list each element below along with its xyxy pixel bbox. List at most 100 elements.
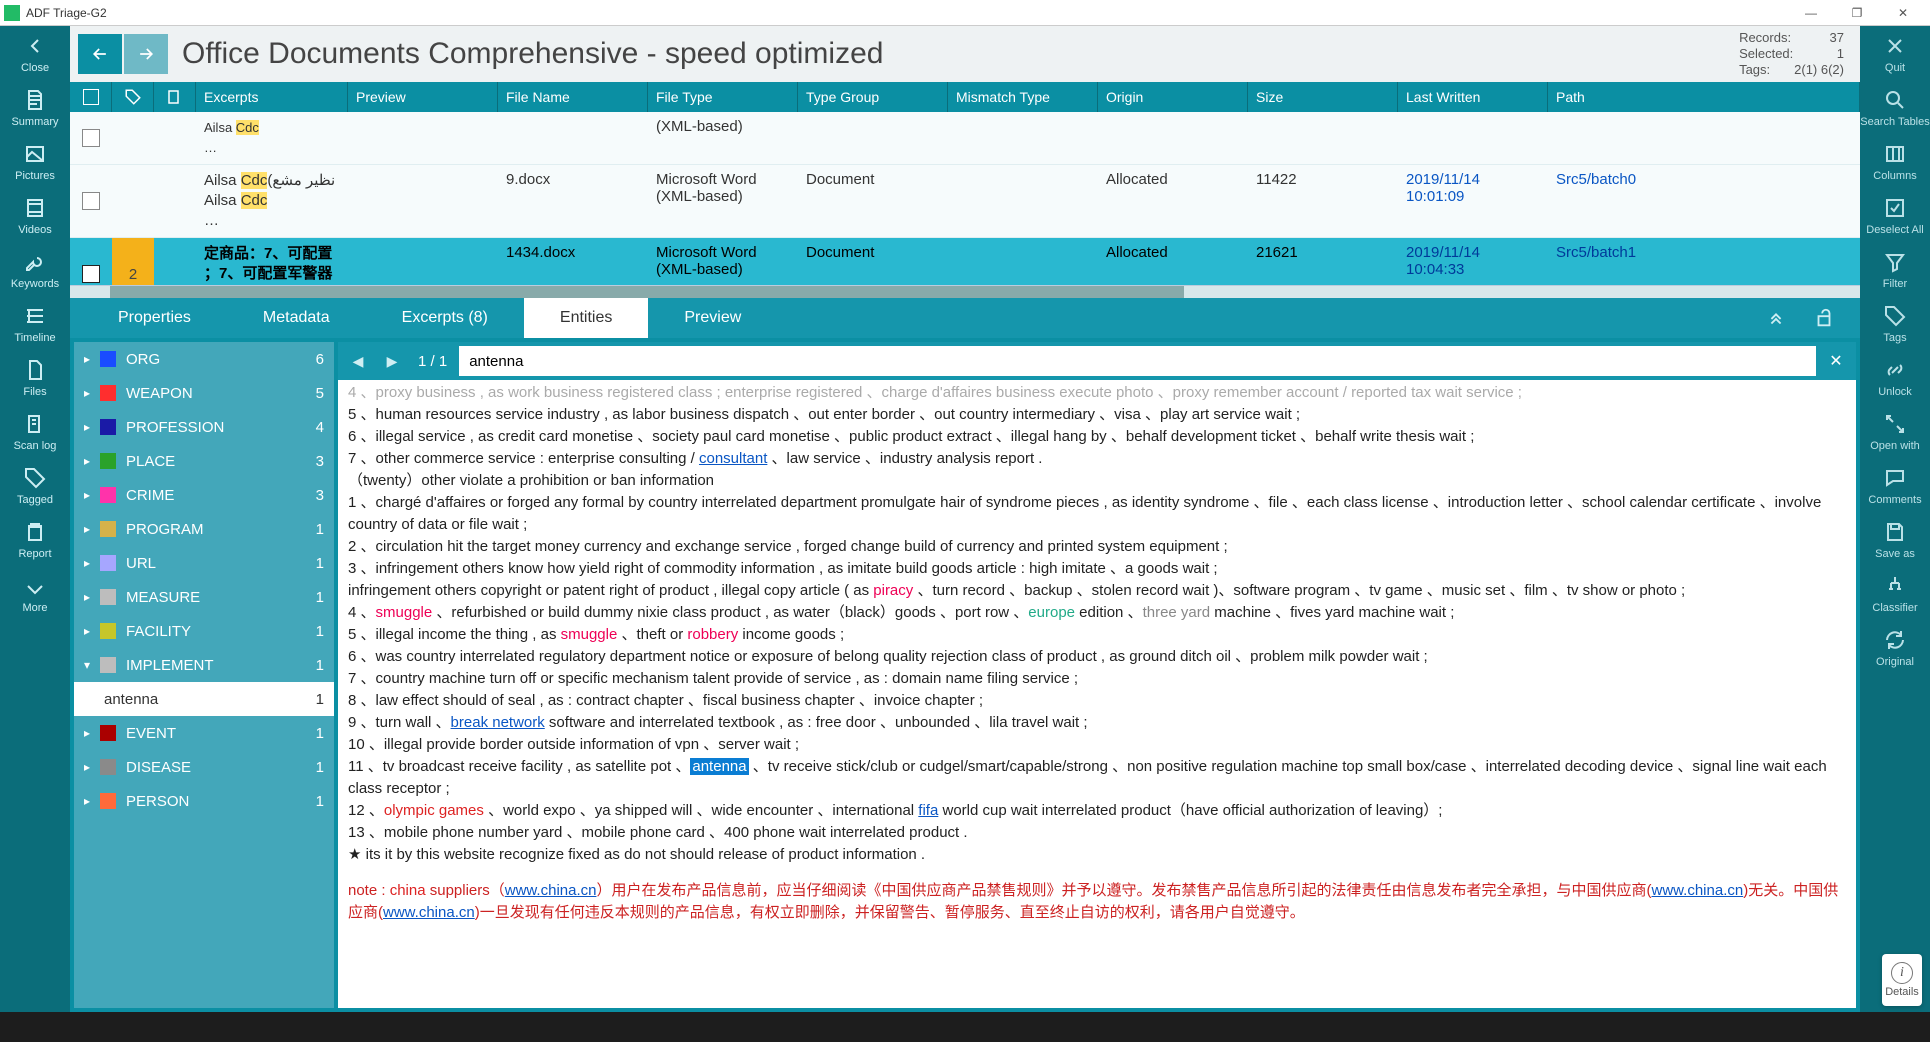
entity-count: 6	[316, 351, 324, 368]
row-flag[interactable]	[154, 165, 196, 237]
entity-program[interactable]: PROGRAM 1	[74, 512, 334, 546]
nav-forward-button[interactable]	[124, 34, 168, 74]
rail-summary[interactable]: Summary	[0, 80, 70, 134]
column-lastwritten[interactable]: Last Written	[1398, 82, 1548, 112]
doc-line: 2 、circulation hit the target money curr…	[348, 536, 1846, 558]
entity-implement[interactable]: IMPLEMENT 1	[74, 648, 334, 682]
rail-files[interactable]: Files	[0, 350, 70, 404]
chevron-icon	[84, 420, 100, 434]
file-icon	[21, 356, 49, 384]
find-input[interactable]	[459, 346, 1816, 376]
column-checkbox[interactable]	[70, 82, 112, 112]
tab-entities[interactable]: Entities	[524, 298, 648, 338]
find-next-button[interactable]: ▶	[378, 347, 406, 375]
app-title: ADF Triage-G2	[26, 6, 107, 20]
rail-videos[interactable]: Videos	[0, 188, 70, 242]
column-tag-icon[interactable]	[112, 82, 154, 112]
rail-keywords[interactable]: Keywords	[0, 242, 70, 296]
rail-label: Original	[1876, 656, 1914, 668]
entity-event[interactable]: EVENT 1	[74, 716, 334, 750]
row-checkbox[interactable]	[70, 165, 112, 237]
entity-item-antenna[interactable]: antenna 1	[74, 682, 334, 716]
column-mismatch[interactable]: Mismatch Type	[948, 82, 1098, 112]
rail-search-tables[interactable]: Search Tables	[1860, 80, 1930, 134]
row-checkbox[interactable]	[70, 112, 112, 164]
doc-line: 6 、was country interrelated regulatory d…	[348, 646, 1846, 668]
window-maximize-button[interactable]: ❐	[1834, 0, 1880, 26]
entity-org[interactable]: ORG 6	[74, 342, 334, 376]
entity-disease[interactable]: DISEASE 1	[74, 750, 334, 784]
os-taskbar[interactable]	[0, 1012, 1930, 1042]
unlock-tab-icon[interactable]	[1752, 298, 1800, 338]
rail-more[interactable]: More	[0, 566, 70, 620]
rail-openwith[interactable]: Open with	[1860, 404, 1930, 458]
column-filename[interactable]: File Name	[498, 82, 648, 112]
entity-swatch	[100, 589, 116, 605]
rail-comments[interactable]: Comments	[1860, 458, 1930, 512]
tab-excerpts[interactable]: Excerpts (8)	[366, 298, 524, 338]
entity-crime[interactable]: CRIME 3	[74, 478, 334, 512]
rail-quit[interactable]: Quit	[1860, 26, 1930, 80]
entity-profession[interactable]: PROFESSION 4	[74, 410, 334, 444]
rail-tags[interactable]: Tags	[1860, 296, 1930, 350]
entity-label: DISEASE	[126, 759, 191, 776]
lock-tab-icon[interactable]	[1800, 298, 1848, 338]
rail-close[interactable]: Close	[0, 26, 70, 80]
rail-original[interactable]: Original	[1860, 620, 1930, 674]
find-clear-button[interactable]: ✕	[1822, 347, 1850, 375]
table-row[interactable]: 2 定商品：7、可配置；7、可配置军警器材 1434.docx Microsof…	[70, 238, 1860, 286]
tab-preview[interactable]: Preview	[648, 298, 777, 338]
document-body[interactable]: 4 、proxy business , as work business reg…	[338, 380, 1856, 1008]
checkbox-icon	[1881, 194, 1909, 222]
table-horizontal-scrollbar[interactable]	[70, 286, 1860, 298]
entity-place[interactable]: PLACE 3	[74, 444, 334, 478]
window-minimize-button[interactable]: —	[1788, 0, 1834, 26]
column-origin[interactable]: Origin	[1098, 82, 1248, 112]
column-size[interactable]: Size	[1248, 82, 1398, 112]
row-checkbox[interactable]	[70, 238, 112, 286]
nav-back-button[interactable]	[78, 34, 122, 74]
row-excerpt: Ailsa Cdc(نظير مشعAilsa Cdc…	[196, 165, 348, 237]
table-row[interactable]: Ailsa Cdc… (XML-based)	[70, 112, 1860, 165]
column-preview[interactable]: Preview	[348, 82, 498, 112]
column-filetype[interactable]: File Type	[648, 82, 798, 112]
window-close-button[interactable]: ✕	[1880, 0, 1926, 26]
column-flag-icon[interactable]	[154, 82, 196, 112]
row-tag[interactable]	[112, 165, 154, 237]
row-tag[interactable]: 2	[112, 238, 154, 286]
entity-measure[interactable]: MEASURE 1	[74, 580, 334, 614]
column-path[interactable]: Path	[1548, 82, 1860, 112]
column-typegroup[interactable]: Type Group	[798, 82, 948, 112]
rail-pictures[interactable]: Pictures	[0, 134, 70, 188]
entity-person[interactable]: PERSON 1	[74, 784, 334, 818]
entity-url[interactable]: URL 1	[74, 546, 334, 580]
rail-timeline[interactable]: Timeline	[0, 296, 70, 350]
doc-line: 6 、illegal service , as credit card mone…	[348, 426, 1846, 448]
rail-classifier[interactable]: Classifier	[1860, 566, 1930, 620]
row-size: 21621	[1248, 238, 1398, 286]
table-row[interactable]: Ailsa Cdc(نظير مشعAilsa Cdc… 9.docx Micr…	[70, 165, 1860, 238]
doc-line: 9 、turn wall 、break network software and…	[348, 712, 1846, 734]
doc-line: 1 、chargé d'affaires or forged any forma…	[348, 492, 1846, 536]
entity-facility[interactable]: FACILITY 1	[74, 614, 334, 648]
rail-filter[interactable]: Filter	[1860, 242, 1930, 296]
tab-properties[interactable]: Properties	[82, 298, 227, 338]
rail-report[interactable]: Report	[0, 512, 70, 566]
rail-columns[interactable]: Columns	[1860, 134, 1930, 188]
rail-tagged[interactable]: Tagged	[0, 458, 70, 512]
rail-deselect[interactable]: Deselect All	[1860, 188, 1930, 242]
details-button[interactable]: i Details	[1882, 954, 1922, 1006]
row-size	[1248, 112, 1398, 164]
row-flag[interactable]	[154, 238, 196, 286]
rail-unlock[interactable]: Unlock	[1860, 350, 1930, 404]
row-lastwritten: 2019/11/14 10:01:09	[1398, 165, 1548, 237]
rail-scanlog[interactable]: Scan log	[0, 404, 70, 458]
tab-metadata[interactable]: Metadata	[227, 298, 366, 338]
entity-weapon[interactable]: WEAPON 5	[74, 376, 334, 410]
row-tag[interactable]	[112, 112, 154, 164]
timeline-icon	[21, 302, 49, 330]
row-flag[interactable]	[154, 112, 196, 164]
column-excerpts[interactable]: Excerpts	[196, 82, 348, 112]
find-prev-button[interactable]: ◀	[344, 347, 372, 375]
rail-saveas[interactable]: Save as	[1860, 512, 1930, 566]
